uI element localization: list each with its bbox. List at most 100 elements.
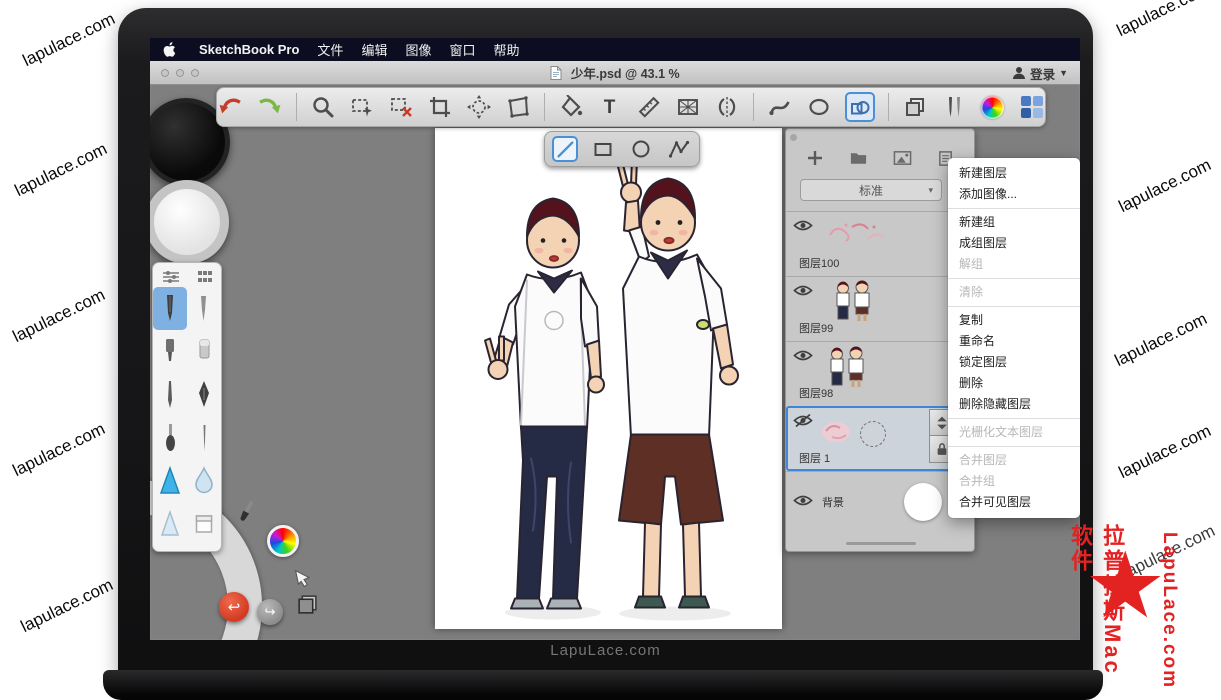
ruler-tool-button[interactable] [636,94,662,120]
visibility-eye-icon[interactable] [793,284,815,300]
layer-name: 图层100 [799,255,839,271]
layer-row-99[interactable]: 图层99 [786,276,974,341]
brush-marker[interactable] [153,330,187,373]
color-swatches-button[interactable] [1019,94,1045,120]
menu-item-edit[interactable]: 编辑 [361,40,387,59]
context-menu-item-merge-group: 合并组 [948,471,1080,492]
visibility-eye-icon[interactable] [793,349,815,365]
zoom-tool-button[interactable] [310,94,336,120]
image-icon[interactable] [893,150,912,166]
symmetry-tool-button[interactable] [714,94,740,120]
brush-smudge-cone[interactable] [153,502,187,545]
canvas[interactable] [435,128,782,629]
sliders-icon[interactable] [162,270,180,284]
menu-item-help[interactable]: 帮助 [493,40,519,59]
circle-shape-button[interactable] [628,136,654,162]
crop-tool-button[interactable] [427,94,453,120]
context-menu-item-lock-layer[interactable]: 锁定图层 [948,352,1080,373]
ring-color-wheel-button[interactable] [267,525,299,557]
brushes-icon [942,95,966,119]
layer-row-1[interactable]: 图层 1 [786,406,974,471]
brush-paintbrush[interactable] [153,416,187,459]
transform-tool-button[interactable] [505,94,531,120]
redo-button[interactable] [257,94,283,120]
ellipse-tool-button[interactable] [806,94,832,120]
undo-button[interactable] [218,94,244,120]
layers-panel: 标准 ▾ 图层100 [785,128,975,552]
ring-undo-button[interactable]: ↩ [219,592,249,622]
laptop-base [103,670,1103,700]
canvas-artwork [435,128,782,629]
marquee-select-button[interactable] [349,94,375,120]
context-menu-item-merge-visible[interactable]: 合并可见图层 [948,492,1080,513]
context-menu-item-rename[interactable]: 重命名 [948,331,1080,352]
watermark-text: lapulace.com [1114,0,1213,41]
color-wheel-button[interactable] [980,94,1006,120]
blend-caret-icon: ▾ [928,185,933,196]
watermark-text: lapulace.com [18,575,117,637]
steady-stroke-button[interactable] [767,94,793,120]
brush-water-drop[interactable] [187,459,221,502]
ring-cursor-button[interactable] [292,565,316,589]
polyline-shape-button[interactable] [666,136,692,162]
duplicate-icon [903,95,927,119]
app-menu-title[interactable]: SketchBook Pro [199,42,299,57]
layer-name: 背景 [822,494,844,510]
duplicate-layer-button[interactable] [902,94,928,120]
layer-row-background[interactable]: 背景 [786,471,974,531]
layer-row-100[interactable]: 图层100 [786,211,974,276]
login-button[interactable]: 登录 ▼ [1012,61,1068,85]
fill-tool-button[interactable] [558,94,584,120]
brush-eraser[interactable] [187,330,221,373]
layer-name: 图层98 [799,385,833,401]
context-menu-item-duplicate[interactable]: 复制 [948,310,1080,331]
ink-nib-icon [193,380,215,410]
rectangle-shape-button[interactable] [590,136,616,162]
visibility-eye-off-icon[interactable] [793,414,815,430]
context-menu-item-new-layer[interactable]: 新建图层 [948,163,1080,184]
blend-mode-select[interactable]: 标准 ▾ [800,179,942,201]
background-color-swatch[interactable] [904,483,942,521]
brush-fine-pen[interactable] [153,373,187,416]
menu-item-window[interactable]: 窗口 [449,40,475,59]
apple-menu-icon[interactable] [162,41,177,58]
visibility-eye-icon[interactable] [793,219,815,235]
layer-name: 图层 1 [799,450,830,466]
brush-ink-nib[interactable] [187,373,221,416]
add-layer-icon[interactable] [806,149,824,167]
context-menu-item-delete-hidden[interactable]: 删除隐藏图层 [948,394,1080,415]
panel-drag-dot[interactable] [790,134,797,141]
brush-grid [153,287,221,545]
context-menu-item-group-layers[interactable]: 成组图层 [948,233,1080,254]
brush-airbrush-cone[interactable] [153,459,187,502]
context-menu-item-new-group[interactable]: 新建组 [948,212,1080,233]
brush-needle[interactable] [187,416,221,459]
context-menu-item-add-image[interactable]: 添加图像... [948,184,1080,205]
context-menu-separator [948,278,1080,279]
document-icon [550,66,562,80]
deselect-button[interactable] [388,94,414,120]
eraser-icon [193,337,215,367]
menu-item-image[interactable]: 图像 [405,40,431,59]
brush-block-eraser[interactable] [187,502,221,545]
brush-library-button[interactable] [941,94,967,120]
text-tool-button[interactable]: T [597,94,623,120]
brush-pencil[interactable] [153,287,187,330]
visibility-eye-icon[interactable] [793,494,815,510]
grid-icon[interactable] [197,270,213,284]
watermark-text: lapulace.com [20,9,119,71]
layer-row-98[interactable]: 图层98 [786,341,974,406]
folder-icon[interactable] [849,150,868,166]
perspective-tool-button[interactable] [675,94,701,120]
ring-brush-button[interactable] [230,496,262,528]
shapes-tool-button[interactable] [845,92,875,122]
context-menu-item-delete[interactable]: 删除 [948,373,1080,394]
ring-layers-button[interactable] [296,593,319,616]
line-shape-button[interactable] [552,136,578,162]
ring-redo-button[interactable]: ↪ [257,599,283,625]
brush-puck[interactable] [150,180,229,264]
menu-item-file[interactable]: 文件 [317,40,343,59]
brush-pen[interactable] [187,287,221,330]
nudge-selection-button[interactable] [466,94,492,120]
panel-scroll-indicator[interactable] [846,542,916,545]
